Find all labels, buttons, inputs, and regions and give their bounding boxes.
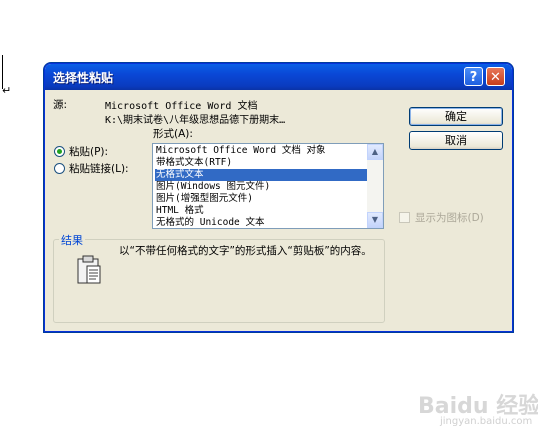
scroll-up-icon[interactable]: ▲ [367, 144, 383, 160]
list-item[interactable]: 图片(增强型图元文件) [155, 193, 368, 205]
paste-radio-label[interactable]: 粘贴(P): [69, 144, 108, 159]
format-label: 形式(A): [153, 128, 193, 140]
cancel-button[interactable]: 取消 [409, 131, 503, 150]
result-title: 结果 [59, 232, 85, 248]
list-item[interactable]: 无格式的 Unicode 文本 [155, 217, 368, 228]
show-as-icon-label: 显示为图标(D) [415, 212, 484, 224]
show-as-icon-checkbox[interactable] [399, 212, 410, 223]
source-path: K:\期末试卷\八年级思想品德下册期末… [105, 115, 286, 126]
ok-button[interactable]: 确定 [409, 107, 503, 126]
paste-link-radio[interactable] [54, 163, 65, 174]
paste-radio[interactable] [54, 146, 65, 157]
result-description: 以“不带任何格式的文字”的形式插入“剪贴板”的内容。 [119, 245, 372, 257]
clipboard-icon [77, 255, 101, 284]
dialog-title: 选择性粘贴 [53, 71, 114, 85]
list-item[interactable]: HTML 格式 [155, 205, 368, 217]
list-item[interactable]: 带格式文本(RTF) [155, 157, 368, 169]
paste-link-radio-label[interactable]: 粘贴链接(L): [69, 161, 129, 176]
help-button[interactable]: ? [464, 67, 483, 86]
title-bar[interactable]: 选择性粘贴 ? ✕ [45, 64, 512, 90]
paste-special-dialog: 选择性粘贴 ? ✕ 源: Microsoft Office Word 文档 K:… [44, 63, 513, 332]
watermark-url: jingyan.baidu.com [440, 416, 533, 427]
scroll-down-icon[interactable]: ▼ [367, 212, 383, 228]
list-item[interactable]: Microsoft Office Word 文档 对象 [155, 145, 368, 157]
paragraph-mark-icon: ↵ [2, 84, 12, 97]
format-listbox[interactable]: Microsoft Office Word 文档 对象 带格式文本(RTF) 无… [152, 143, 384, 229]
source-app: Microsoft Office Word 文档 [105, 101, 258, 112]
format-scrollbar[interactable]: ▲ ▼ [367, 144, 383, 228]
source-label: 源: [53, 99, 68, 111]
list-item-selected[interactable]: 无格式文本 [155, 169, 368, 181]
list-item[interactable]: 图片(Windows 图元文件) [155, 181, 368, 193]
close-button[interactable]: ✕ [486, 67, 505, 86]
